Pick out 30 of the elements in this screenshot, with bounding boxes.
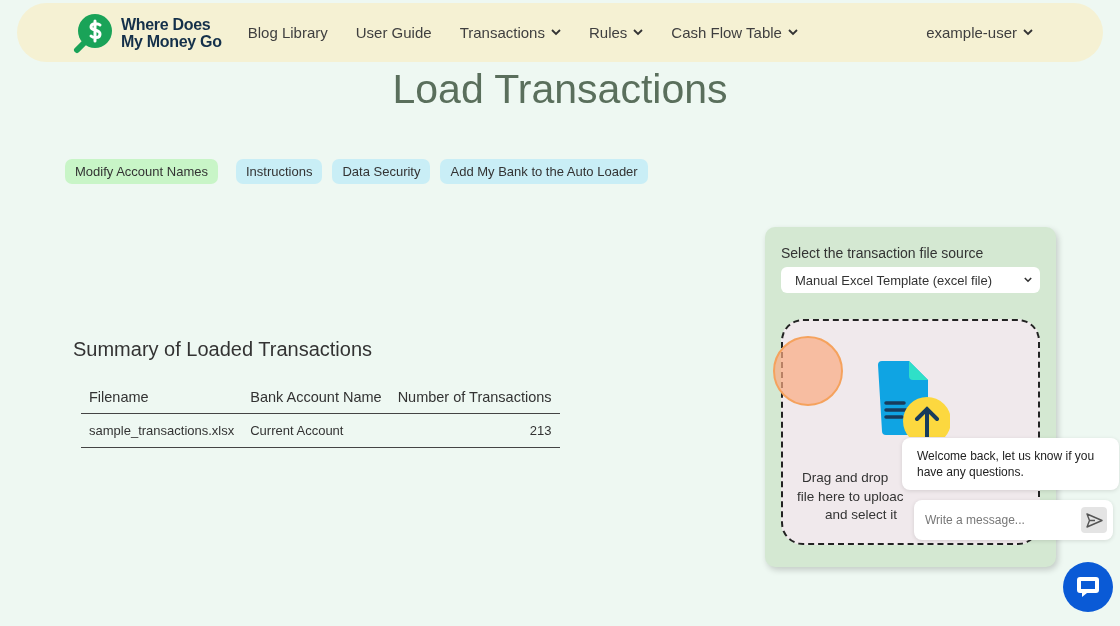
page-title: Load Transactions [391, 66, 729, 113]
send-button[interactable] [1081, 507, 1107, 533]
send-icon [1085, 512, 1103, 528]
chevron-down-icon [1024, 277, 1032, 283]
drop-instructions: Drag and drop file here to uploac and select it [797, 469, 904, 524]
table-cell: sample_transactions.xlsx [81, 413, 243, 448]
message-composer[interactable]: Write a message... [914, 500, 1113, 540]
source-label: Select the transaction file source [781, 245, 985, 261]
nav-link[interactable]: Rules [588, 24, 644, 41]
section-heading: Summary of Loaded Transactions [73, 338, 374, 361]
nav-link[interactable]: Cash Flow Table [671, 24, 798, 41]
chat-launcher-button[interactable] [1063, 562, 1113, 612]
action-button[interactable]: Data Security [332, 159, 431, 184]
column-header: Filename [81, 381, 243, 414]
action-button[interactable]: Modify Account Names [65, 159, 218, 184]
logo-text[interactable]: Where Does My Money Go [121, 15, 222, 50]
nav-link[interactable]: User Guide [355, 24, 432, 41]
action-button[interactable]: Add My Bank to the Auto Loader [440, 159, 648, 184]
nav-link[interactable]: Blog Library [247, 24, 328, 41]
nav-link[interactable]: Transactions [459, 24, 561, 41]
action-button[interactable]: Instructions [235, 159, 323, 184]
column-header: Number of Transactions [389, 381, 560, 414]
chat-bubble-icon [1075, 574, 1101, 600]
source-select[interactable]: Manual Excel Template (excel file) [781, 267, 1040, 293]
table-cell: Current Account [242, 413, 390, 448]
dollar-magnifier-logo-icon [73, 11, 115, 54]
table-cell: 213 [389, 413, 560, 448]
column-header: Bank Account Name [242, 381, 390, 414]
chat-message: Welcome back, let us know if you have any questions. [902, 438, 1119, 490]
user-menu[interactable]: example-user [926, 24, 1033, 41]
